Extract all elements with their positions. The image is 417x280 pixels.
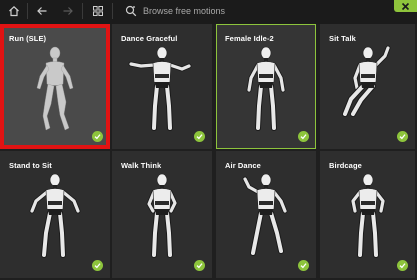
search-input[interactable] <box>143 6 373 16</box>
check-icon <box>194 131 205 142</box>
toolbar-divider <box>112 3 113 19</box>
motion-card[interactable]: Birdcage <box>320 151 415 278</box>
toolbar-divider <box>27 3 28 19</box>
motion-card[interactable]: Air Dance <box>216 151 316 278</box>
check-icon <box>92 131 103 142</box>
grid-view-icon[interactable] <box>86 0 110 22</box>
motion-card[interactable]: Dance Graceful <box>112 24 212 149</box>
home-icon[interactable] <box>2 0 26 22</box>
check-icon <box>397 131 408 142</box>
motion-grid: Run (SLE) Dance Graceful Female Idle-2 S… <box>0 24 417 280</box>
forward-arrow-icon[interactable] <box>56 0 80 22</box>
search-box[interactable] <box>115 0 385 22</box>
check-icon <box>298 131 309 142</box>
motion-card[interactable]: Sit Talk <box>320 24 415 149</box>
check-icon <box>194 260 205 271</box>
motion-card[interactable]: Stand to Sit <box>0 151 110 278</box>
motion-card[interactable]: Run (SLE) <box>0 24 110 149</box>
check-icon <box>298 260 309 271</box>
motion-card[interactable]: Female Idle-2 <box>216 24 316 149</box>
toolbar-divider <box>82 3 83 19</box>
check-icon <box>92 260 103 271</box>
toolbar <box>0 0 417 24</box>
search-icon <box>125 5 137 17</box>
check-icon <box>397 260 408 271</box>
close-icon[interactable] <box>394 0 417 12</box>
motion-card[interactable]: Walk Think <box>112 151 212 278</box>
back-arrow-icon[interactable] <box>30 0 54 22</box>
